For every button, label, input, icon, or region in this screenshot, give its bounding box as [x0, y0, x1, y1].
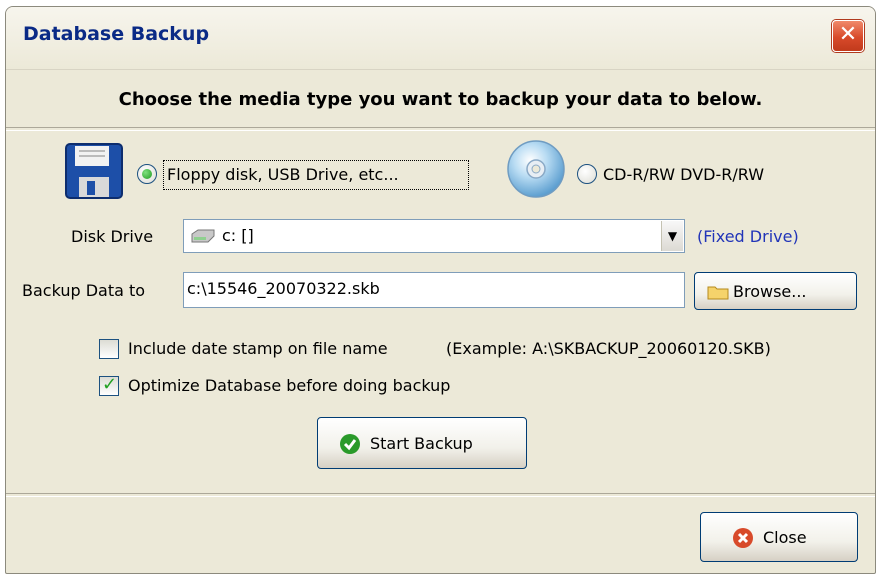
disk-drive-label: Disk Drive [71, 227, 154, 246]
chevron-down-icon[interactable]: ▼ [661, 221, 683, 251]
datestamp-label[interactable]: Include date stamp on file name [128, 339, 388, 358]
close-circle-icon [733, 528, 753, 548]
close-button-label: Close [763, 528, 807, 547]
browse-button[interactable]: Browse... [694, 272, 857, 310]
start-backup-button[interactable]: Start Backup [317, 417, 527, 469]
browse-button-label: Browse... [733, 282, 807, 301]
datestamp-checkbox[interactable] [99, 339, 119, 359]
database-backup-dialog: Database Backup ✕ Choose the media type … [5, 6, 876, 574]
drive-type-text: (Fixed Drive) [697, 227, 799, 246]
floppy-disk-icon [65, 143, 123, 199]
window-close-button[interactable]: ✕ [832, 20, 864, 52]
backup-to-label: Backup Data to [22, 281, 146, 300]
green-check-icon [340, 434, 360, 454]
disk-drive-select[interactable]: c: [] ▼ [183, 219, 685, 253]
cd-radio[interactable] [577, 164, 597, 184]
title-bar: Database Backup ✕ [6, 7, 875, 70]
datestamp-example: (Example: A:\SKBACKUP_20060120.SKB) [446, 339, 771, 358]
instruction-text: Choose the media type you want to backup… [118, 89, 763, 110]
optimize-checkbox[interactable]: ✓ [99, 374, 119, 396]
disk-drive-value: c: [] [222, 226, 254, 245]
backup-path-input[interactable]: c:\15546_20070322.skb [183, 272, 685, 308]
cd-option-label[interactable]: CD-R/RW DVD-R/RW [603, 165, 764, 184]
window-title: Database Backup [23, 23, 210, 45]
top-divider [6, 127, 875, 131]
floppy-radio[interactable] [137, 164, 157, 184]
folder-icon [707, 284, 729, 300]
optimize-label[interactable]: Optimize Database before doing backup [128, 376, 450, 395]
close-x-icon: ✕ [838, 22, 858, 47]
checkmark-icon: ✓ [102, 374, 118, 395]
hard-drive-icon [190, 228, 216, 244]
radio-selected-dot [142, 169, 152, 179]
close-button[interactable]: Close [700, 512, 858, 562]
cd-disc-icon [506, 139, 566, 199]
start-backup-label: Start Backup [370, 434, 473, 453]
floppy-option-label[interactable]: Floppy disk, USB Drive, etc... [167, 165, 399, 184]
bottom-divider [6, 493, 875, 497]
